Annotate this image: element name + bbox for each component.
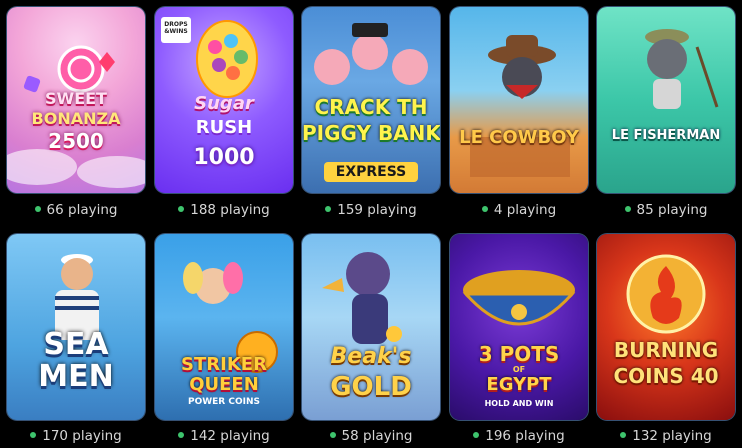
game-title-line: EXPRESS	[324, 162, 418, 182]
game-title-line: SEA	[43, 327, 109, 362]
game-thumbnail: LE COWBOY	[450, 7, 588, 193]
game-title-line: PIGGY BANK	[302, 121, 440, 145]
game-title-line: 1000	[193, 145, 255, 170]
game-thumbnail: Beak's GOLD	[302, 234, 440, 420]
game-title-line: HOLD AND WIN	[484, 399, 554, 408]
player-count-text: 4 playing	[493, 202, 557, 218]
game-card-le-cowboy[interactable]: LE COWBOY	[450, 7, 588, 193]
game-card-sea-men[interactable]: SEA MEN	[7, 234, 145, 420]
game-thumbnail: BURNING COINS 40	[597, 234, 735, 420]
player-count: 170 playing	[1, 428, 151, 444]
game-title-line: STRIKER	[181, 354, 267, 375]
online-status-icon	[178, 432, 185, 438]
game-title-line: BURNING	[613, 338, 719, 362]
game-card-sugar-rush[interactable]: DROPS &WINS Sugar RUSH 1000	[155, 7, 293, 193]
online-status-icon	[325, 206, 332, 212]
fisherman-raccoon-icon	[645, 29, 719, 109]
player-count-text: 58 playing	[341, 428, 413, 444]
game-title-line: BONANZA	[31, 109, 121, 128]
game-title-line: CRACK TH	[314, 95, 428, 119]
game-card-crack-piggy[interactable]: CRACK TH PIGGY BANK EXPRESS	[302, 7, 440, 193]
game-card-striker-queen[interactable]: STRIKER QUEEN POWER COINS	[155, 234, 293, 420]
player-count: 159 playing	[296, 202, 446, 218]
cowboy-raccoon-icon	[470, 35, 570, 177]
game-title-line: COINS 40	[613, 364, 719, 388]
game-card-beaks-gold[interactable]: Beak's GOLD	[302, 234, 440, 420]
online-status-icon	[329, 432, 336, 438]
flame-coin-icon	[626, 254, 706, 334]
player-count-text: 132 playing	[632, 428, 712, 444]
player-count: 4 playing	[444, 202, 594, 218]
player-count: 66 playing	[1, 202, 151, 218]
game-title-line: 3 POTS	[478, 342, 560, 366]
game-title-line: POWER COINS	[187, 397, 260, 407]
online-status-icon	[624, 206, 631, 212]
player-count: 132 playing	[591, 428, 741, 444]
game-card-burning-coins[interactable]: BURNING COINS 40	[597, 234, 735, 420]
player-count-text: 85 playing	[636, 202, 708, 218]
player-count: 142 playing	[149, 428, 299, 444]
game-grid: SWEET BONANZA 2500 DROPS &WINS Sugar RUS…	[0, 0, 742, 448]
player-count: 58 playing	[296, 428, 446, 444]
game-thumbnail: DROPS &WINS Sugar RUSH 1000	[155, 7, 293, 193]
player-count-text: 188 playing	[190, 202, 270, 218]
player-count-text: 142 playing	[190, 428, 270, 444]
game-card-3-pots-egypt[interactable]: 3 POTS OF EGYPT HOLD AND WIN	[450, 234, 588, 420]
game-title-line: GOLD	[330, 372, 412, 402]
game-thumbnail: SWEET BONANZA 2500	[7, 7, 145, 193]
game-title-line: LE FISHERMAN	[611, 128, 721, 143]
game-title-line: Sugar	[194, 93, 254, 114]
online-status-icon	[30, 432, 37, 438]
game-thumbnail: 3 POTS OF EGYPT HOLD AND WIN	[450, 234, 588, 420]
player-count: 196 playing	[444, 428, 594, 444]
player-count-text: 170 playing	[42, 428, 122, 444]
player-count-text: 159 playing	[337, 202, 417, 218]
online-status-icon	[178, 206, 185, 212]
online-status-icon	[473, 432, 480, 438]
game-title-line: LE COWBOY	[459, 127, 579, 148]
game-title-line: OF	[512, 365, 526, 374]
game-card-sweet-bonanza[interactable]: SWEET BONANZA 2500	[7, 7, 145, 193]
player-count-text: 196 playing	[485, 428, 565, 444]
game-card-le-fisherman[interactable]: LE FISHERMAN	[597, 7, 735, 193]
game-thumbnail: LE FISHERMAN	[597, 7, 735, 193]
game-title-line: SWEET	[45, 89, 107, 108]
online-status-icon	[34, 206, 41, 212]
game-title-line: RUSH	[195, 117, 253, 138]
online-status-icon	[481, 206, 488, 212]
player-count-text: 66 playing	[46, 202, 118, 218]
online-status-icon	[620, 432, 627, 438]
player-count: 188 playing	[149, 202, 299, 218]
game-title-line: QUEEN	[189, 374, 259, 395]
game-title-line: MEN	[38, 359, 114, 394]
player-count: 85 playing	[591, 202, 741, 218]
game-title-line: 2500	[48, 129, 104, 153]
game-thumbnail: STRIKER QUEEN POWER COINS	[155, 234, 293, 420]
game-thumbnail: SEA MEN	[7, 234, 145, 420]
game-thumbnail: CRACK TH PIGGY BANK EXPRESS	[302, 7, 440, 193]
game-title-line: EGYPT	[486, 374, 552, 395]
game-title-line: Beak's	[330, 344, 412, 369]
